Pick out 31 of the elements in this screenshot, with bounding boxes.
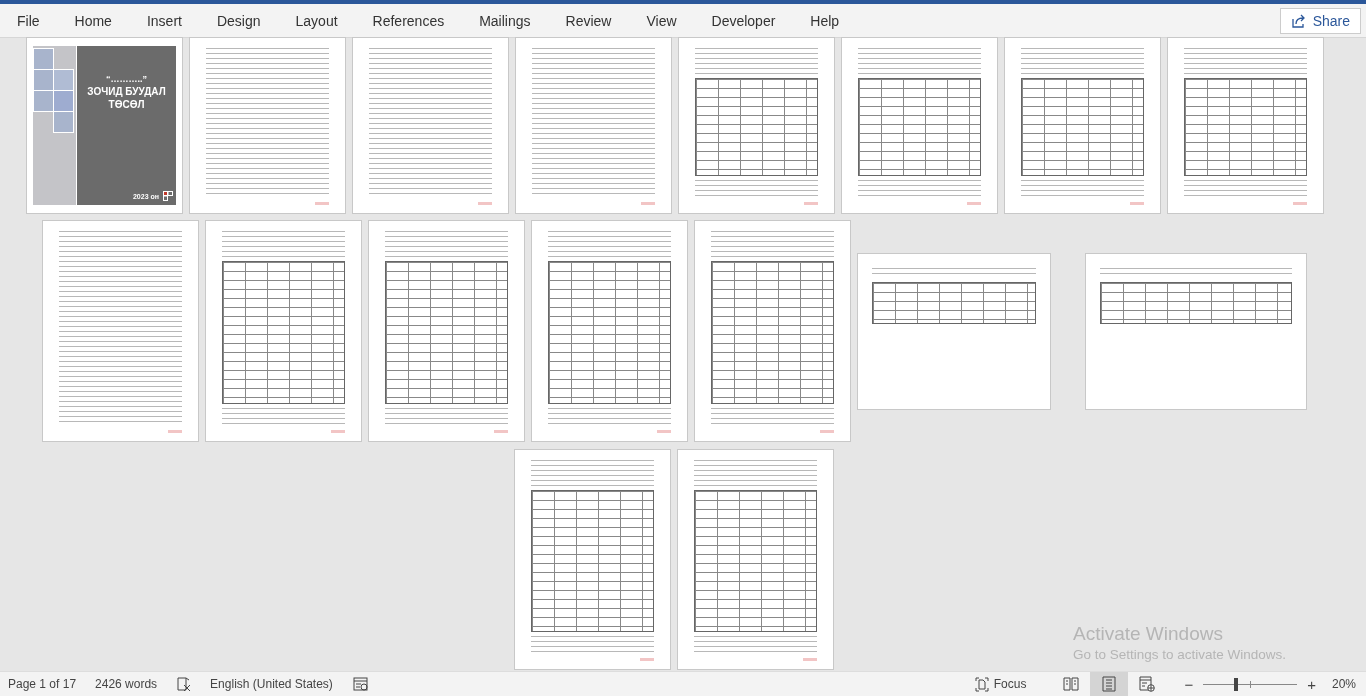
cover-quote: “………..” [106,74,147,84]
word-count[interactable]: 2426 words [95,677,158,691]
book-icon [1063,677,1080,691]
ribbon-tab[interactable]: File [5,8,51,33]
ribbon-tab[interactable]: Developer [700,8,787,33]
web-page-icon [1139,676,1156,692]
ribbon-tab[interactable]: Layout [284,8,349,33]
page-count[interactable]: Page 1 of 17 [8,677,77,691]
ribbon-tab[interactable]: Mailings [468,8,542,33]
zoom-out-button[interactable]: − [1180,675,1198,693]
ribbon-tab[interactable]: Design [205,8,272,33]
squares-icon [163,191,173,201]
focus-button[interactable]: Focus [968,675,1033,693]
zoom-slider-thumb[interactable] [1234,677,1239,691]
focus-icon [974,676,989,692]
language-status[interactable]: English (United States) [210,677,333,691]
zoom-in-button[interactable]: + [1303,675,1320,693]
print-layout-button[interactable] [1090,672,1129,696]
page-icon [1102,676,1117,692]
share-icon [1290,12,1307,29]
cover-title: ЗОЧИД БУУДАЛ ТӨСӨЛ [86,85,167,111]
macro-icon[interactable] [352,676,369,692]
share-button[interactable]: Share [1279,7,1361,34]
ribbon-tab[interactable]: Review [554,8,623,33]
ribbon-tab[interactable]: Insert [135,8,193,33]
ribbon-tab[interactable]: Help [799,8,851,33]
ribbon-tab[interactable]: References [361,8,456,33]
ribbon-tab[interactable]: View [635,8,688,33]
ribbon-tab[interactable]: Home [63,8,123,33]
proofing-icon[interactable] [176,676,193,692]
zoom-level[interactable]: 20% [1331,677,1356,691]
